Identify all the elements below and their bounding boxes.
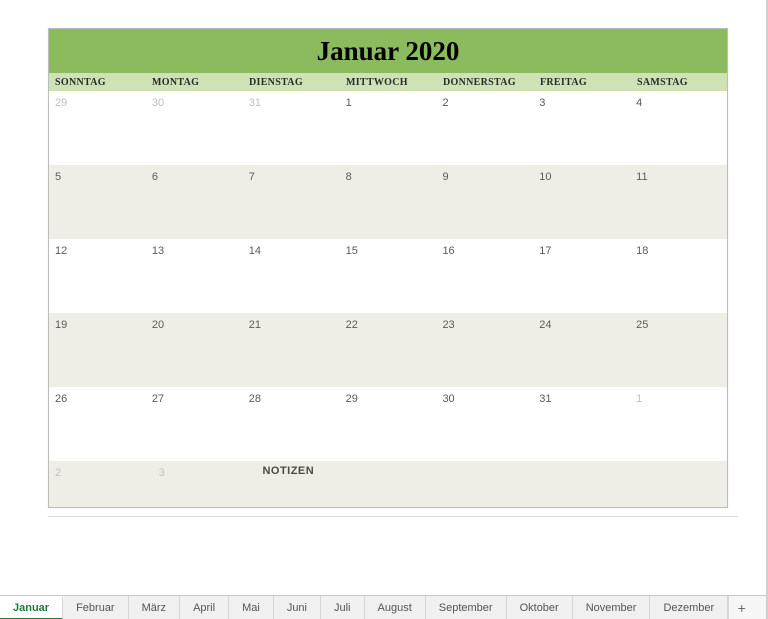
calendar-day-cell[interactable]: 10 <box>533 165 630 239</box>
dow-tuesday: DIENSTAG <box>243 73 340 91</box>
calendar-week-row: 19202122232425 <box>49 313 727 387</box>
calendar-day-cell[interactable]: 29 <box>340 387 437 461</box>
calendar-day-cell[interactable]: 11 <box>630 165 727 239</box>
sheet-tab-juni[interactable]: Juni <box>274 596 321 619</box>
calendar-day-cell[interactable]: 15 <box>340 239 437 313</box>
calendar-day-cell[interactable]: 20 <box>146 313 243 387</box>
calendar-day-cell[interactable]: 17 <box>533 239 630 313</box>
sheet-tab-bar: JanuarFebruarMärzAprilMaiJuniJuliAugustS… <box>0 595 766 619</box>
calendar-day-cell[interactable]: 13 <box>146 239 243 313</box>
notes-cell-0[interactable]: 2 <box>49 461 153 507</box>
dow-monday: MONTAG <box>146 73 243 91</box>
calendar-week-row: 2930311234 <box>49 91 727 165</box>
sheet-tab-januar[interactable]: Januar <box>0 596 63 619</box>
dow-friday: FREITAG <box>534 73 631 91</box>
calendar-day-cell[interactable]: 9 <box>436 165 533 239</box>
calendar-title-bar: Januar 2020 <box>49 29 727 73</box>
notes-label[interactable]: NOTIZEN <box>256 461 727 507</box>
sheet-tab-mai[interactable]: Mai <box>229 596 274 619</box>
sheet-tab-august[interactable]: August <box>365 596 426 619</box>
sheet-tab-september[interactable]: September <box>426 596 507 619</box>
sheet-tab-märz[interactable]: März <box>129 596 180 619</box>
calendar-week-row: 567891011 <box>49 165 727 239</box>
calendar-day-cell[interactable]: 23 <box>436 313 533 387</box>
sheet-tab-juli[interactable]: Juli <box>321 596 365 619</box>
calendar-day-cell[interactable]: 1 <box>630 387 727 461</box>
calendar-day-cell[interactable]: 22 <box>340 313 437 387</box>
notes-cell-1[interactable]: 3 <box>153 461 257 507</box>
add-sheet-button[interactable]: + <box>728 596 754 619</box>
dow-saturday: SAMSTAG <box>631 73 727 91</box>
calendar-day-cell[interactable]: 25 <box>630 313 727 387</box>
calendar-day-cell[interactable]: 30 <box>436 387 533 461</box>
calendar-grid: 2930311234567891011121314151617181920212… <box>49 91 727 461</box>
calendar-day-cell[interactable]: 27 <box>146 387 243 461</box>
calendar-card: Januar 2020 SONNTAG MONTAG DIENSTAG MITT… <box>48 28 728 508</box>
sheet-tab-dezember[interactable]: Dezember <box>650 596 728 619</box>
calendar-day-cell[interactable]: 30 <box>146 91 243 165</box>
calendar-day-cell[interactable]: 7 <box>243 165 340 239</box>
dow-wednesday: MITTWOCH <box>340 73 437 91</box>
calendar-day-cell[interactable]: 14 <box>243 239 340 313</box>
sheet-tab-april[interactable]: April <box>180 596 229 619</box>
calendar-day-cell[interactable]: 19 <box>49 313 146 387</box>
calendar-day-cell[interactable]: 3 <box>533 91 630 165</box>
notes-row: 2 3 NOTIZEN <box>49 461 727 507</box>
calendar-day-cell[interactable]: 21 <box>243 313 340 387</box>
calendar-day-cell[interactable]: 4 <box>630 91 727 165</box>
calendar-day-cell[interactable]: 2 <box>436 91 533 165</box>
calendar-day-cell[interactable]: 31 <box>533 387 630 461</box>
sheet-tab-november[interactable]: November <box>573 596 651 619</box>
calendar-day-cell[interactable]: 5 <box>49 165 146 239</box>
sheet-tab-februar[interactable]: Februar <box>63 596 129 619</box>
calendar-day-cell[interactable]: 24 <box>533 313 630 387</box>
page-break-line <box>48 516 738 530</box>
calendar-week-row: 12131415161718 <box>49 239 727 313</box>
sheet-tab-oktober[interactable]: Oktober <box>507 596 573 619</box>
day-of-week-row: SONNTAG MONTAG DIENSTAG MITTWOCH DONNERS… <box>49 73 727 91</box>
calendar-day-cell[interactable]: 31 <box>243 91 340 165</box>
calendar-day-cell[interactable]: 18 <box>630 239 727 313</box>
calendar-day-cell[interactable]: 6 <box>146 165 243 239</box>
calendar-title: Januar 2020 <box>317 36 460 67</box>
calendar-day-cell[interactable]: 1 <box>340 91 437 165</box>
calendar-week-row: 2627282930311 <box>49 387 727 461</box>
calendar-day-cell[interactable]: 16 <box>436 239 533 313</box>
dow-thursday: DONNERSTAG <box>437 73 534 91</box>
calendar-day-cell[interactable]: 28 <box>243 387 340 461</box>
calendar-day-cell[interactable]: 8 <box>340 165 437 239</box>
calendar-day-cell[interactable]: 26 <box>49 387 146 461</box>
calendar-day-cell[interactable]: 12 <box>49 239 146 313</box>
calendar-day-cell[interactable]: 29 <box>49 91 146 165</box>
dow-sunday: SONNTAG <box>49 73 146 91</box>
worksheet-area: Januar 2020 SONNTAG MONTAG DIENSTAG MITT… <box>0 0 766 595</box>
